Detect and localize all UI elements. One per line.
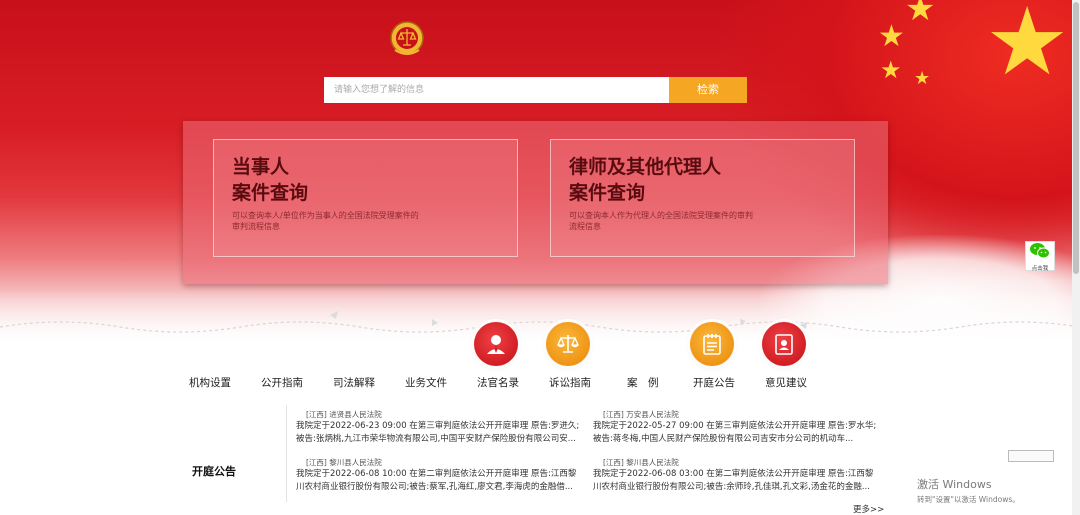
- notepad-icon: [703, 334, 721, 355]
- announcement-court: [江西] 黎川县人民法院: [306, 458, 382, 467]
- nav-item-litigation-guide[interactable]: 诉讼指南: [549, 375, 591, 390]
- broken-image-placeholder: [1008, 450, 1054, 462]
- star-icon: ★: [878, 19, 905, 54]
- nav-item-cases[interactable]: 案 例: [627, 375, 659, 390]
- announcement-item[interactable]: [江西] 进贤县人民法院 我院定于2022-06-23 09:00 在第三审判庭…: [296, 409, 584, 446]
- nav-item-feedback[interactable]: 意见建议: [765, 375, 807, 390]
- star-icon: ★: [880, 56, 902, 84]
- star-icon: ★: [914, 68, 931, 89]
- nav-item-open-guide[interactable]: 公开指南: [261, 375, 303, 390]
- section-divider: [286, 405, 287, 502]
- announcement-item[interactable]: [江西] 黎川县人民法院 我院定于2022-06-08 10:00 在第二审判庭…: [296, 457, 584, 494]
- court-emblem-icon[interactable]: [389, 18, 425, 58]
- lawyer-case-query-card[interactable]: 律师及其他代理人 案件查询 可以查询本人作为代理人的全国法院受理案件的审判流程信…: [550, 139, 855, 257]
- search-input[interactable]: [324, 77, 669, 103]
- feedback-icon-button[interactable]: [762, 322, 806, 366]
- lawyer-case-query-description: 可以查询本人作为代理人的全国法院受理案件的审判流程信息: [569, 211, 753, 231]
- activation-subtitle: 转到"设置"以激活 Windows。: [917, 495, 1020, 504]
- nav-item-business-documents[interactable]: 业务文件: [405, 375, 447, 390]
- nav-item-institution[interactable]: 机构设置: [189, 375, 231, 390]
- announcement-text: 我院定于2022-06-08 03:00 在第二审判庭依法公开开庭审理 原告:江…: [593, 469, 874, 492]
- star-icon: ★: [905, 0, 936, 29]
- star-icon: ★: [985, 0, 1070, 97]
- scales-icon: [557, 335, 579, 353]
- book-icon: [775, 334, 793, 355]
- party-case-query-card[interactable]: 当事人 案件查询 可以查询本人/单位作为当事人的全国法院受理案件的审判流程信息: [213, 139, 518, 257]
- announcement-text: 我院定于2022-05-27 09:00 在第三审判庭依法公开开庭审理 原告:罗…: [593, 421, 877, 444]
- announcement-text: 我院定于2022-06-08 10:00 在第二审判庭依法公开开庭审理 原告:江…: [296, 469, 577, 492]
- lawyer-case-query-title: 律师及其他代理人 案件查询: [569, 156, 722, 204]
- nav-item-hearing-notice[interactable]: 开庭公告: [693, 375, 735, 390]
- announcement-court: [江西] 万安县人民法院: [603, 410, 679, 419]
- announcement-item[interactable]: [江西] 万安县人民法院 我院定于2022-05-27 09:00 在第三审判庭…: [593, 409, 881, 446]
- litigation-guide-icon-button[interactable]: [546, 322, 590, 366]
- announcement-court: [江西] 进贤县人民法院: [306, 410, 382, 419]
- hearing-notice-icon-button[interactable]: [690, 322, 734, 366]
- wave-divider: [0, 311, 1080, 333]
- announcement-item[interactable]: [江西] 黎川县人民法院 我院定于2022-06-08 03:00 在第二审判庭…: [593, 457, 881, 494]
- wechat-widget[interactable]: 点击我: [1025, 241, 1055, 272]
- judge-person-icon: [487, 335, 505, 354]
- activation-title: 激活 Windows: [917, 478, 992, 491]
- judge-directory-icon-button[interactable]: [474, 322, 518, 366]
- hearing-notice-section-title: 开庭公告: [192, 465, 236, 478]
- case-query-panel: 当事人 案件查询 可以查询本人/单位作为当事人的全国法院受理案件的审判流程信息 …: [183, 121, 888, 284]
- announcement-text: 我院定于2022-06-23 09:00 在第三审判庭依法公开开庭审理 原告:罗…: [296, 421, 580, 444]
- wechat-label: 点击我: [1031, 266, 1049, 272]
- party-case-query-title: 当事人 案件查询: [232, 156, 309, 204]
- announcement-court: [江西] 黎川县人民法院: [603, 458, 679, 467]
- more-link[interactable]: 更多>>: [853, 503, 884, 515]
- nav-item-judicial-interpretation[interactable]: 司法解释: [333, 375, 375, 390]
- wechat-icon: [1030, 243, 1050, 259]
- nav-item-judge-directory[interactable]: 法官名录: [477, 375, 519, 390]
- windows-activation-watermark: 激活 Windows 转到"设置"以激活 Windows。: [917, 476, 1020, 505]
- party-case-query-description: 可以查询本人/单位作为当事人的全国法院受理案件的审判流程信息: [232, 211, 419, 231]
- search-button[interactable]: 检索: [669, 77, 747, 103]
- scrollbar-thumb[interactable]: [1073, 2, 1079, 274]
